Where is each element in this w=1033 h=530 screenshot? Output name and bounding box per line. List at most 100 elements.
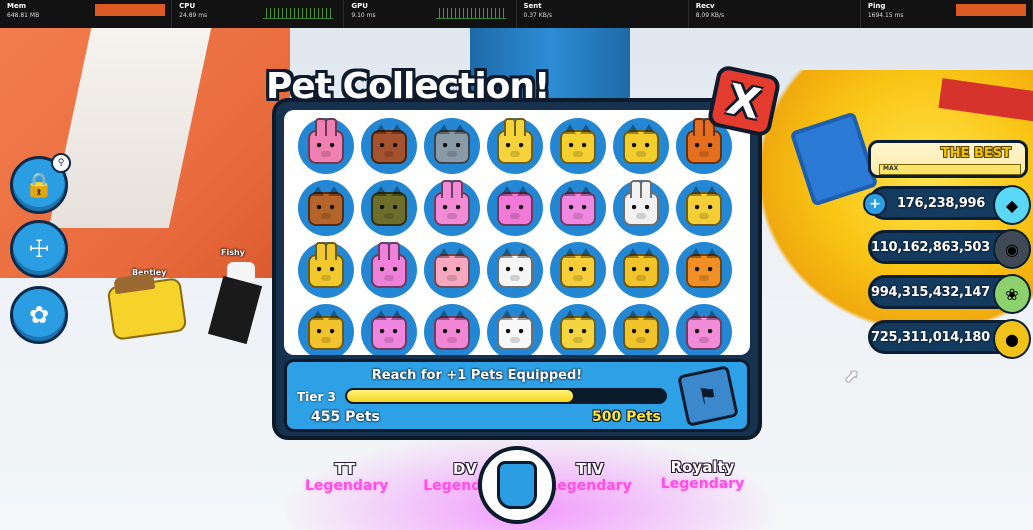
- pet-eyes: [506, 329, 524, 334]
- teleport-button[interactable]: ☩: [10, 220, 68, 278]
- pet-slot[interactable]: [676, 242, 732, 298]
- progress-bar: [345, 388, 667, 404]
- nametag: Fishy: [221, 248, 245, 257]
- pet-eyes: [506, 267, 524, 272]
- pet-eyes: [632, 143, 650, 148]
- golden-dog-icon: [560, 124, 596, 164]
- bottom-label-tt: TT Legendary: [305, 460, 388, 494]
- golden-monkey-icon: [560, 248, 596, 288]
- cat-flag-icon: ⚑: [677, 365, 739, 427]
- stat-value: 8.09 KB/s: [695, 12, 725, 19]
- pet-snout: [573, 151, 583, 157]
- pet-slot[interactable]: [424, 242, 480, 298]
- pet-slot[interactable]: [361, 242, 417, 298]
- golden-bunny-icon: [308, 242, 344, 288]
- candy-coin-icon: ❀: [993, 274, 1031, 314]
- pet-snout: [699, 275, 709, 281]
- pet-slot[interactable]: [361, 304, 417, 355]
- pet-snout: [321, 213, 331, 219]
- pet-snout: [384, 151, 394, 157]
- bottom-label-royalty: Royalty Legendary: [655, 458, 750, 492]
- golden-bunny-icon: [497, 118, 533, 164]
- mouse-cursor-icon: ⬈: [844, 366, 860, 387]
- pet-eyes: [695, 329, 713, 334]
- pet-slot[interactable]: [424, 118, 480, 174]
- pink-pig-icon: [434, 310, 470, 350]
- pet-snout: [510, 151, 520, 157]
- pet-slot[interactable]: [487, 242, 543, 298]
- pet-snout: [510, 337, 520, 343]
- pet-collection-grid-panel[interactable]: [284, 110, 750, 355]
- close-button[interactable]: X: [706, 64, 782, 138]
- pet-rarity: Legendary: [548, 478, 632, 494]
- pet-eyes: [317, 267, 335, 272]
- pet-slot[interactable]: [487, 304, 543, 355]
- pet-eyes: [443, 329, 461, 334]
- gold-coin-icon: ●: [993, 319, 1031, 359]
- currency-candy-coins: 994,315,432,147 ❀: [868, 274, 1031, 314]
- pet-snout: [573, 275, 583, 281]
- pet-slot[interactable]: [613, 304, 669, 355]
- leaf-button[interactable]: ✿: [10, 286, 68, 344]
- pet-eyes: [632, 267, 650, 272]
- pet-snout: [699, 337, 709, 343]
- pet-snout: [321, 275, 331, 281]
- pets-current: 455 Pets: [311, 409, 380, 425]
- pet-slot[interactable]: [424, 304, 480, 355]
- pet-slot[interactable]: [676, 180, 732, 236]
- pet-eyes: [380, 329, 398, 334]
- pet-slot[interactable]: [676, 304, 732, 355]
- pet-slot[interactable]: [424, 180, 480, 236]
- pet-snout: [636, 275, 646, 281]
- pet-icon: [497, 461, 537, 509]
- pet-slot[interactable]: [487, 118, 543, 174]
- pet-eyes: [317, 205, 335, 210]
- golden-chick-icon: [560, 310, 596, 350]
- rank-max-label: MAX: [883, 165, 899, 172]
- pet-slot[interactable]: [361, 180, 417, 236]
- pet-snout: [384, 275, 394, 281]
- pet-eyes: [695, 205, 713, 210]
- pet-eyes: [443, 267, 461, 272]
- stat-mem: Mem 648.81 MB: [0, 0, 173, 28]
- pet-slot[interactable]: [298, 242, 354, 298]
- pink-bunny-icon: [371, 242, 407, 288]
- pet-slot[interactable]: [613, 118, 669, 174]
- golden-chick-icon: [623, 310, 659, 350]
- pink-bunny-icon: [434, 180, 470, 226]
- pet-slot[interactable]: [550, 242, 606, 298]
- locked-pets-button[interactable]: 🔒 ⚲: [10, 153, 71, 214]
- pet-slot[interactable]: [550, 180, 606, 236]
- orange-pig-icon: [686, 248, 722, 288]
- pet-eyes: [380, 143, 398, 148]
- gray-cat-icon: [434, 124, 470, 164]
- pet-slot[interactable]: [550, 304, 606, 355]
- pet-slot[interactable]: [361, 118, 417, 174]
- pet-slot[interactable]: [613, 242, 669, 298]
- plus-icon[interactable]: +: [863, 192, 887, 216]
- pet-snout: [384, 213, 394, 219]
- stat-bar: [95, 4, 166, 16]
- pets-menu-button[interactable]: [478, 446, 556, 524]
- pet-eyes: [443, 205, 461, 210]
- pet-slot[interactable]: [298, 118, 354, 174]
- stat-cpu: CPU 24.89 ms: [172, 0, 345, 28]
- white-bunny-icon: [623, 180, 659, 226]
- pet-snout: [573, 337, 583, 343]
- pet-eyes: [380, 267, 398, 272]
- pet-slot[interactable]: [487, 180, 543, 236]
- pet-slot[interactable]: [298, 304, 354, 355]
- stat-value: 0.37 KB/s: [523, 12, 552, 19]
- cow-icon: [497, 248, 533, 288]
- rank-title: THE BEST: [940, 146, 1011, 161]
- player-avatar: [205, 262, 275, 347]
- pet-snout: [636, 213, 646, 219]
- pet-eyes: [317, 143, 335, 148]
- pet-slot[interactable]: [298, 180, 354, 236]
- stat-label: Sent: [523, 2, 542, 10]
- pink-bunny-icon: [308, 118, 344, 164]
- pet-slot[interactable]: [550, 118, 606, 174]
- pet-slot[interactable]: [613, 180, 669, 236]
- pet-eyes: [506, 205, 524, 210]
- golden-cat-icon: [623, 124, 659, 164]
